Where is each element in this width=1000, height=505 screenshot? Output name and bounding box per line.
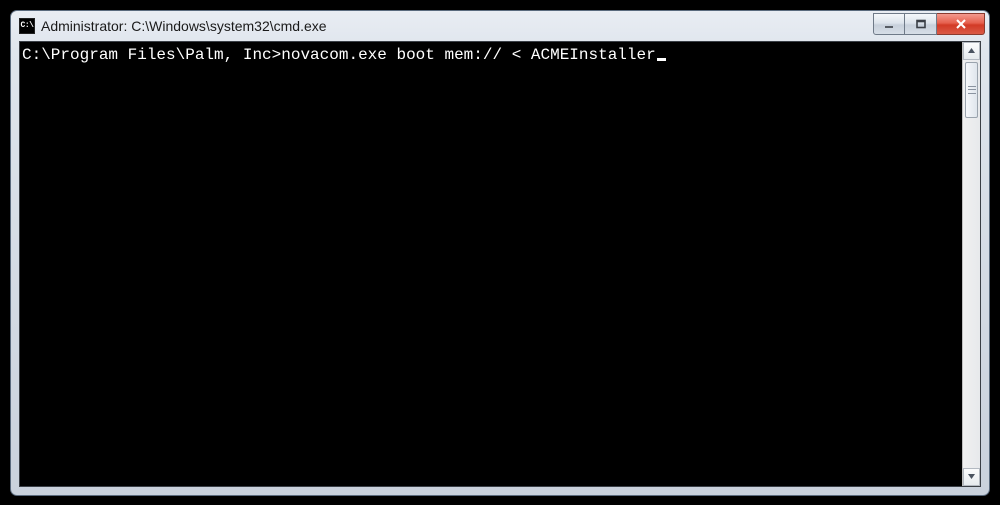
client-area: C:\Program Files\Palm, Inc>novacom.exe b…: [19, 41, 981, 487]
console-output[interactable]: C:\Program Files\Palm, Inc>novacom.exe b…: [20, 42, 962, 486]
prompt-text: C:\Program Files\Palm, Inc>: [22, 46, 281, 64]
command-text: novacom.exe boot mem:// < ACMEInstaller: [281, 46, 655, 64]
vertical-scrollbar[interactable]: [962, 42, 980, 486]
window-controls: [873, 13, 985, 35]
scroll-down-button[interactable]: [963, 468, 980, 486]
scroll-track[interactable]: [963, 60, 980, 468]
titlebar[interactable]: C:\ Administrator: C:\Windows\system32\c…: [11, 11, 989, 41]
maximize-icon: [915, 18, 927, 30]
cmd-icon: C:\: [19, 18, 35, 34]
cmd-icon-label: C:\: [21, 22, 34, 30]
close-icon: [954, 18, 968, 30]
close-button[interactable]: [937, 13, 985, 35]
chevron-up-icon: [967, 46, 976, 55]
scroll-thumb[interactable]: [965, 62, 978, 118]
screenshot-frame: C:\ Administrator: C:\Windows\system32\c…: [0, 0, 1000, 505]
maximize-button[interactable]: [905, 13, 937, 35]
cmd-window: C:\ Administrator: C:\Windows\system32\c…: [10, 10, 990, 496]
window-title: Administrator: C:\Windows\system32\cmd.e…: [41, 18, 873, 34]
chevron-down-icon: [967, 472, 976, 481]
scroll-thumb-grip: [968, 86, 976, 94]
scroll-up-button[interactable]: [963, 42, 980, 60]
minimize-button[interactable]: [873, 13, 905, 35]
minimize-icon: [883, 18, 895, 30]
text-cursor: [657, 58, 666, 61]
